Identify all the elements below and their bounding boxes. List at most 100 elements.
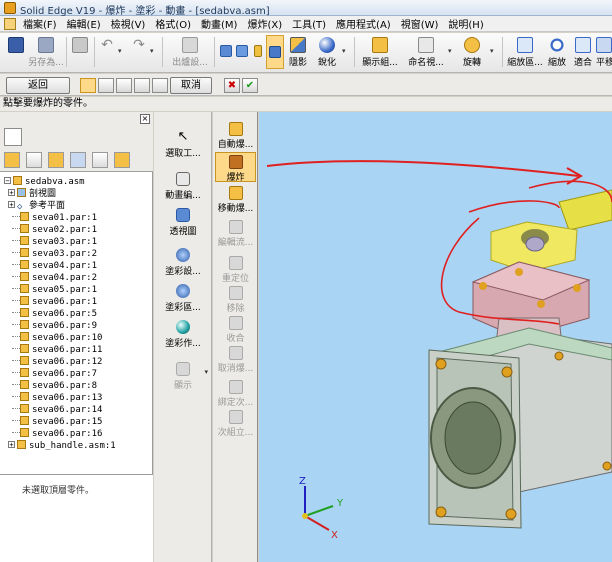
- edit-flow-button[interactable]: 編輯流...: [215, 220, 256, 248]
- unbind-subassembly-button[interactable]: 次組立...: [215, 410, 256, 438]
- reposition-button[interactable]: 重定位: [215, 256, 256, 284]
- sensor-tab-icon[interactable]: [92, 152, 108, 168]
- move-explode-button[interactable]: 移動爆...: [215, 186, 256, 214]
- tree-part-item[interactable]: seva05.par:1: [0, 284, 97, 296]
- end-bolt[interactable]: [435, 358, 447, 370]
- tree-part-item[interactable]: seva06.par:14: [0, 404, 102, 416]
- save-as-button[interactable]: 另存為...: [28, 35, 64, 69]
- pan-button[interactable]: 平移: [596, 35, 612, 69]
- tree-part-item[interactable]: seva06.par:12: [0, 356, 102, 368]
- tree-part-item[interactable]: seva06.par:15: [0, 416, 102, 428]
- remove-button[interactable]: 移除: [215, 286, 256, 314]
- zoom-area-button[interactable]: 縮放區...: [506, 35, 544, 69]
- tree-part-item[interactable]: seva06.par:5: [0, 308, 97, 320]
- tree-part-item[interactable]: seva06.par:13: [0, 392, 102, 404]
- tree-part-item[interactable]: seva06.par:11: [0, 344, 102, 356]
- parts-tab-icon[interactable]: [26, 152, 42, 168]
- view-dimetric-button[interactable]: [234, 35, 250, 69]
- tree-part-item[interactable]: seva06.par:1: [0, 296, 97, 308]
- menu-edit[interactable]: 編輯(E): [63, 16, 107, 31]
- assembly-tab-icon[interactable]: [4, 152, 20, 168]
- menu-animation[interactable]: 動畫(M): [197, 16, 243, 31]
- tree-item[interactable]: + ◇ 參考平面: [0, 200, 65, 212]
- collapse-button[interactable]: 收合: [215, 316, 256, 344]
- print-button[interactable]: [70, 35, 90, 69]
- save-button[interactable]: [4, 35, 28, 69]
- end-bolt[interactable]: [554, 351, 564, 361]
- explode-button[interactable]: 爆炸: [215, 152, 256, 182]
- tree-part-item[interactable]: seva03.par:2: [0, 248, 97, 260]
- close-x-icon[interactable]: ✖: [224, 78, 240, 93]
- animation-edit-button[interactable]: 動畫編...: [154, 172, 212, 201]
- undo-button[interactable]: ↶: [98, 35, 116, 69]
- tree-item[interactable]: + 剖視圖: [0, 188, 56, 200]
- menu-file[interactable]: 檔案(F): [19, 16, 63, 31]
- menu-view[interactable]: 檢視(V): [107, 16, 152, 31]
- back-button[interactable]: 返回: [6, 77, 70, 94]
- 3d-viewport[interactable]: Z Y X: [259, 112, 612, 562]
- select-tool-button[interactable]: ↖ 選取工...: [154, 130, 212, 160]
- menu-applications[interactable]: 應用程式(A): [332, 16, 397, 31]
- flange-bolt[interactable]: [515, 268, 523, 276]
- tree-part-item[interactable]: seva01.par:1: [0, 212, 97, 224]
- sharpen-dropdown-chevron-icon[interactable]: ▾: [342, 47, 346, 55]
- bind-subassembly-button[interactable]: 綁定次...: [215, 380, 256, 408]
- close-panel-icon[interactable]: ×: [140, 114, 150, 124]
- rotate-dropdown-chevron-icon[interactable]: ▾: [490, 47, 494, 55]
- tree-part-item[interactable]: seva06.par:10: [0, 332, 102, 344]
- document-icon[interactable]: [4, 17, 16, 30]
- menu-help[interactable]: 說明(H): [444, 16, 489, 31]
- named-views-button[interactable]: 命名視...: [404, 35, 448, 69]
- tree-part-item[interactable]: seva06.par:16: [0, 428, 102, 440]
- menu-tools[interactable]: 工具(T): [288, 16, 332, 31]
- end-bolt[interactable]: [505, 508, 517, 520]
- option-cube-1-icon[interactable]: [98, 78, 114, 93]
- fit-button[interactable]: 適合: [572, 35, 594, 69]
- layers-tab-icon[interactable]: [70, 152, 86, 168]
- tree-part-item[interactable]: seva06.par:9: [0, 320, 97, 332]
- end-bolt[interactable]: [435, 506, 447, 518]
- tree-part-item[interactable]: seva02.par:1: [0, 224, 97, 236]
- rotate-button[interactable]: 旋轉: [458, 35, 486, 69]
- solid-edge-app-icon[interactable]: [4, 2, 16, 14]
- accept-check-icon[interactable]: ✔: [242, 78, 258, 93]
- help-tab-icon[interactable]: [114, 152, 130, 168]
- render-settings-button[interactable]: 塗彩設...: [154, 248, 212, 277]
- tree-part-item[interactable]: seva03.par:1: [0, 236, 97, 248]
- display-group-button[interactable]: 顯示組...: [360, 35, 400, 69]
- cancel-explode-button[interactable]: 取消爆...: [215, 346, 256, 374]
- tree-part-item[interactable]: seva04.par:2: [0, 272, 97, 284]
- menu-explode[interactable]: 爆炸(X): [243, 16, 288, 31]
- show-dropdown-chevron-icon[interactable]: ▾: [204, 368, 208, 376]
- tree-part-item[interactable]: seva06.par:8: [0, 380, 97, 392]
- stem-nut[interactable]: [525, 236, 545, 252]
- pathfinder-tab-icon[interactable]: [4, 128, 22, 146]
- tree-root[interactable]: − sedabva.asm: [4, 176, 85, 188]
- undo-dropdown-chevron-icon[interactable]: ▾: [118, 47, 122, 55]
- end-bolt[interactable]: [501, 366, 513, 378]
- flange-bolt[interactable]: [573, 284, 581, 292]
- option-cube-2-icon[interactable]: [116, 78, 132, 93]
- view-iso-button[interactable]: [218, 35, 234, 69]
- perspective-button[interactable]: 透視圖: [154, 208, 212, 237]
- redo-dropdown-chevron-icon[interactable]: ▾: [150, 47, 154, 55]
- tree-part-item[interactable]: seva04.par:1: [0, 260, 97, 272]
- tree-item[interactable]: + sub_handle.asm:1: [0, 440, 116, 452]
- collapse-icon[interactable]: −: [4, 177, 11, 185]
- cancel-button[interactable]: 取消: [170, 77, 212, 94]
- hidden-button[interactable]: 隱影: [286, 35, 310, 69]
- shaded-view-button[interactable]: [266, 35, 284, 69]
- expand-icon[interactable]: +: [8, 189, 15, 197]
- option-cube-3-icon[interactable]: [134, 78, 150, 93]
- menu-window[interactable]: 視窗(W): [397, 16, 445, 31]
- end-bolt[interactable]: [602, 461, 612, 471]
- expand-icon[interactable]: +: [8, 201, 15, 209]
- named-views-dropdown-chevron-icon[interactable]: ▾: [448, 47, 452, 55]
- explode-option-icon[interactable]: [80, 78, 96, 93]
- expand-icon[interactable]: +: [8, 441, 15, 449]
- sharpen-button[interactable]: 銳化: [314, 35, 340, 69]
- redo-button[interactable]: ↷: [130, 35, 148, 69]
- flange-bolt[interactable]: [537, 300, 545, 308]
- flange-bolt[interactable]: [479, 282, 487, 290]
- show-button[interactable]: 顯示 ▾: [154, 362, 212, 391]
